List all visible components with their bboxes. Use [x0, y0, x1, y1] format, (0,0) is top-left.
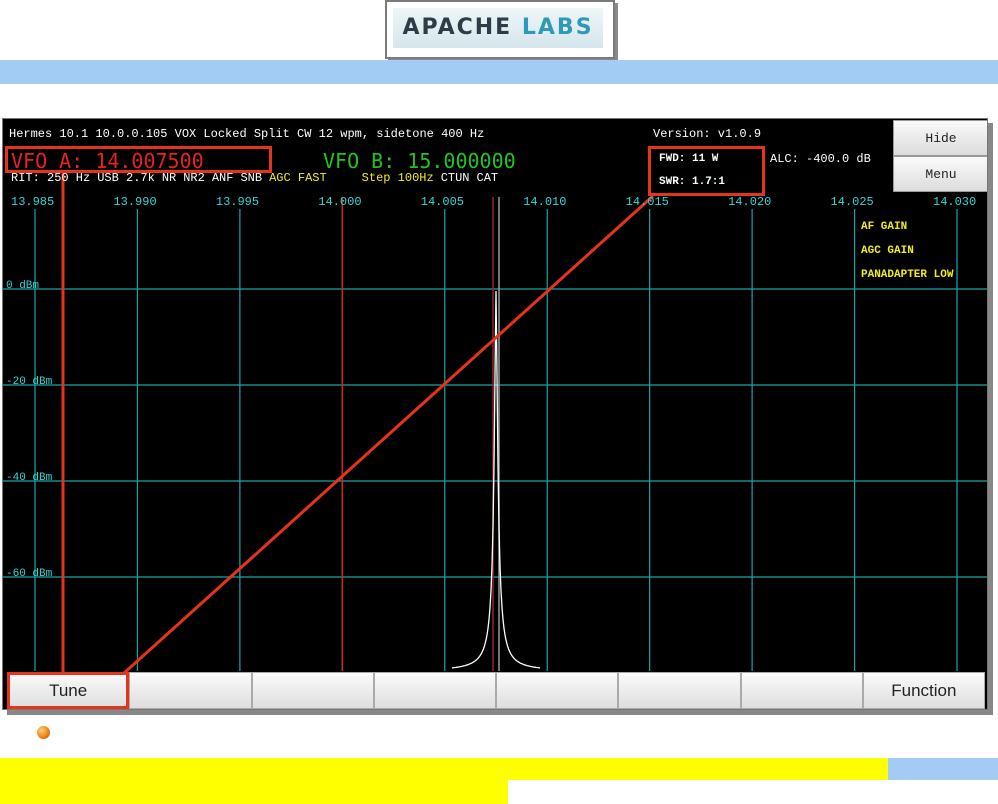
- sdr-window: Hermes 10.1 10.0.0.105 VOX Locked Split …: [2, 118, 988, 710]
- power-swr-highlight: [648, 146, 765, 196]
- freq-label: 13.985: [11, 195, 55, 209]
- status-flag: AGC FAST: [269, 171, 327, 185]
- annotation-line-diagonal: [121, 194, 655, 676]
- orange-bullet-icon: [37, 726, 50, 739]
- alc-reading: ALC: -400.0 dB: [770, 152, 871, 166]
- status-flag: CAT: [476, 171, 499, 185]
- bottom-button-bar: Tune Function: [7, 672, 985, 709]
- spectrum-trace: [451, 290, 541, 669]
- blank-button[interactable]: [618, 672, 741, 709]
- status-flag: CTUN: [440, 171, 470, 185]
- header-band: [0, 60, 998, 84]
- function-button[interactable]: Function: [862, 672, 985, 709]
- hide-button[interactable]: Hide: [893, 120, 987, 156]
- apache-labs-logo: APACHE LABS: [385, 0, 615, 59]
- blank-button[interactable]: [373, 672, 496, 709]
- status-flag: NR: [161, 171, 177, 185]
- mode-status-line: RIT: 250 Hz USB 2.7k NR NR2 ANF SNB AGC FAST St…: [11, 171, 505, 185]
- vfo-b-frequency[interactable]: VFO B: 15.000000: [323, 149, 516, 173]
- freq-label: 14.015: [625, 195, 669, 209]
- dbm-label: -40 dBm: [6, 472, 53, 484]
- blank-button[interactable]: [251, 672, 374, 709]
- panadapter-menu-item[interactable]: AF GAIN: [861, 221, 907, 233]
- dbm-label: -20 dBm: [6, 376, 53, 388]
- freq-label: 14.010: [523, 195, 567, 209]
- blank-button[interactable]: [129, 672, 252, 709]
- tune-button[interactable]: Tune: [7, 672, 130, 709]
- status-flag: NR2: [183, 171, 205, 185]
- status-flag: SNB: [240, 171, 263, 185]
- status-line: Hermes 10.1 10.0.0.105 VOX Locked Split …: [9, 127, 485, 141]
- vfo-a-highlight: [5, 146, 272, 173]
- status-flag: ANF: [211, 171, 234, 185]
- freq-label: 14.000: [318, 195, 362, 209]
- freq-label: 13.990: [113, 195, 157, 209]
- yellow-highlight-band-2: [0, 780, 508, 804]
- logo-text: APACHE LABS: [393, 8, 603, 48]
- freq-label: 14.005: [420, 195, 464, 209]
- status-flag: USB 2.7k: [97, 171, 155, 185]
- version-label: Version: v1.0.9: [653, 127, 762, 141]
- yellow-highlight-band: [0, 758, 888, 780]
- blank-button[interactable]: [740, 672, 863, 709]
- freq-label: 14.030: [933, 195, 977, 209]
- dbm-label: -60 dBm: [6, 568, 53, 580]
- panadapter-menu-item[interactable]: PANADAPTER LOW: [861, 269, 953, 281]
- panadapter-menu-item[interactable]: AGC GAIN: [861, 245, 914, 257]
- freq-label: 14.020: [728, 195, 772, 209]
- freq-label: 13.995: [215, 195, 260, 209]
- blank-button[interactable]: [496, 672, 619, 709]
- blue-band-right: [888, 758, 998, 780]
- freq-label: 14.025: [830, 195, 874, 209]
- status-flag: Step 100Hz: [361, 171, 434, 185]
- dbm-label: 0 dBm: [6, 280, 40, 292]
- menu-button[interactable]: Menu: [893, 156, 987, 192]
- status-flag: RIT: 250 Hz: [11, 171, 91, 185]
